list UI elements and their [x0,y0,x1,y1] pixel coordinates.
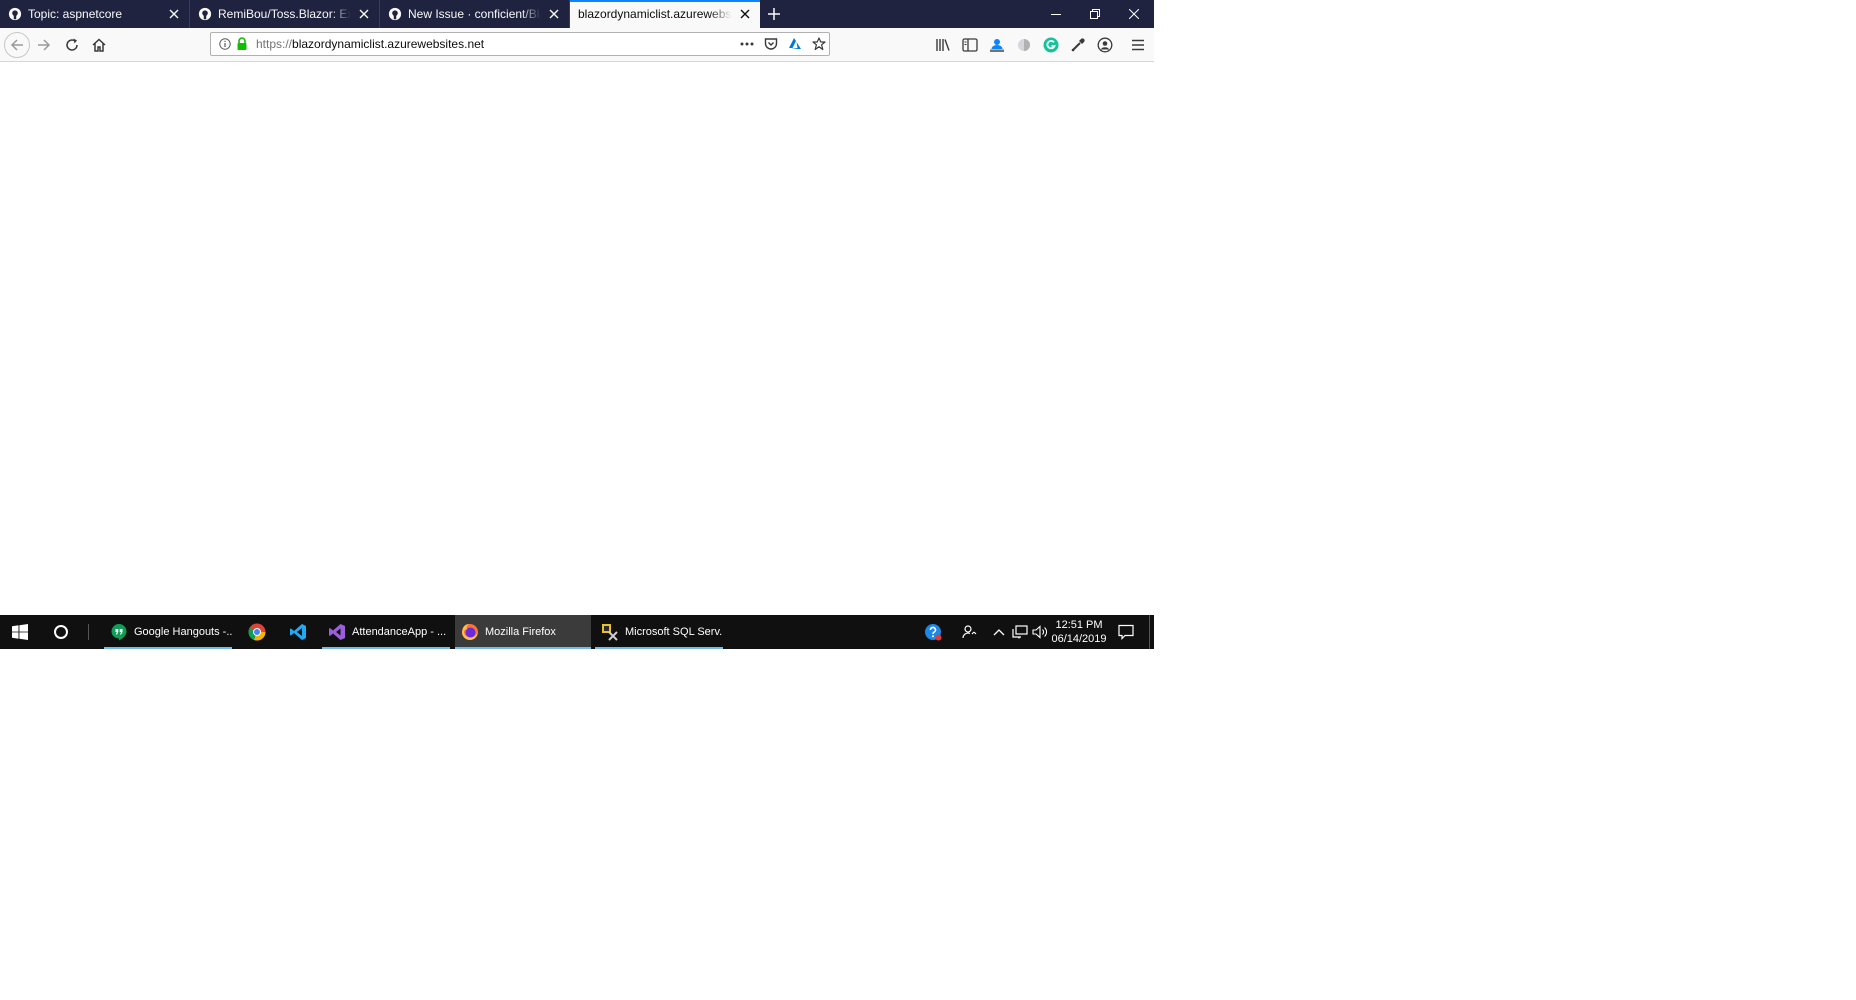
github-icon [8,7,22,21]
firefox-icon [462,624,478,640]
running-indicator [455,647,591,649]
grammarly-icon[interactable] [1042,36,1060,54]
forward-button[interactable] [32,33,56,57]
library-icon[interactable] [934,36,952,54]
sql-server-icon [602,624,618,641]
page-actions-icon[interactable] [739,36,755,52]
reload-button[interactable] [60,33,84,57]
hangouts-icon [111,624,127,641]
sidebar-icon[interactable] [961,36,979,54]
visual-studio-icon [329,624,345,640]
vscode-icon [290,624,306,640]
navigation-toolbar: https://blazordynamiclist.azurewebsites.… [0,28,1154,62]
show-desktop-button[interactable] [1149,615,1154,649]
volume-icon[interactable] [1031,623,1049,641]
close-tab-icon[interactable] [738,7,752,21]
hamburger-menu-icon[interactable] [1129,36,1147,54]
extension-gray-icon[interactable] [1015,36,1033,54]
running-indicator [104,647,232,649]
network-icon[interactable] [1011,623,1029,641]
tab-topic-aspnetcore[interactable]: Topic: aspnetcore [0,0,190,28]
clock-time: 12:51 PM [1055,619,1103,631]
close-window-button[interactable] [1115,0,1153,28]
windows-logo-icon [12,624,28,640]
account-sync-icon[interactable] [988,36,1006,54]
close-tab-icon[interactable] [167,7,181,21]
site-info-icon[interactable] [217,36,233,52]
home-button[interactable] [87,33,111,57]
action-center-icon[interactable] [1117,623,1135,641]
tab-strip: Topic: aspnetcore RemiBou/Toss.Blazor: E… [0,0,1154,28]
cortana-button[interactable] [44,615,78,649]
tab-title: blazordynamiclist.azurewebsites.ne [578,7,732,21]
tab-new-issue[interactable]: New Issue · conficient/BlazorDy [380,0,570,28]
minimize-icon [1051,14,1061,15]
chrome-icon [248,623,266,641]
chevron-up-icon[interactable] [990,623,1008,641]
running-indicator [322,647,450,649]
tab-title: RemiBou/Toss.Blazor: Experime [218,7,351,21]
taskbar-item-label: Mozilla Firefox [485,626,556,638]
taskbar-separator [88,624,89,640]
taskbar-item-label: Google Hangouts -... [134,626,232,638]
help-notification-icon[interactable] [924,623,942,641]
close-icon [1129,9,1139,19]
github-icon [198,7,212,21]
running-indicator [595,647,723,649]
taskbar-item-label: Microsoft SQL Serv... [625,626,723,638]
start-button[interactable] [0,615,40,649]
bookmark-star-icon[interactable] [811,36,827,52]
reload-icon [66,38,78,51]
page-content [0,62,1154,615]
eyedropper-icon[interactable] [1069,36,1087,54]
windows-taskbar: Google Hangouts -... AttendanceApp - ... [0,615,1154,649]
github-icon [388,7,402,21]
tab-toss-blazor[interactable]: RemiBou/Toss.Blazor: Experime [190,0,380,28]
tab-blazordynamiclist[interactable]: blazordynamiclist.azurewebsites.ne [570,0,760,28]
arrow-right-icon [38,39,51,51]
url-scheme: https:// [256,37,293,51]
account-icon[interactable] [1096,36,1114,54]
cortana-circle-icon [54,625,68,639]
taskbar-item-attendanceapp[interactable]: AttendanceApp - ... [322,615,450,649]
home-icon [92,38,106,52]
people-icon[interactable] [960,623,978,641]
taskbar-item-chrome[interactable] [240,615,274,649]
desktop-screen: Topic: aspnetcore RemiBou/Toss.Blazor: E… [0,0,1154,649]
restore-button[interactable] [1076,0,1114,28]
plus-icon [768,8,780,20]
tab-title: Topic: aspnetcore [28,7,123,21]
address-bar[interactable]: https://blazordynamiclist.azurewebsites.… [210,32,830,56]
azure-icon[interactable] [787,36,803,52]
minimize-button[interactable] [1037,0,1075,28]
url-text[interactable]: https://blazordynamiclist.azurewebsites.… [256,33,484,55]
restore-icon [1090,9,1100,19]
url-host: blazordynamiclist.azurewebsites.net [292,37,485,51]
new-tab-button[interactable] [764,4,784,24]
taskbar-item-sql-server[interactable]: Microsoft SQL Serv... [595,615,723,649]
arrow-left-icon [10,39,23,51]
back-button[interactable] [4,32,30,58]
clock-date: 06/14/2019 [1051,633,1107,645]
taskbar-item-google-hangouts[interactable]: Google Hangouts -... [104,615,232,649]
taskbar-item-vscode[interactable] [281,615,315,649]
lock-icon[interactable] [234,36,250,52]
taskbar-item-firefox[interactable]: Mozilla Firefox [455,615,591,649]
taskbar-item-label: AttendanceApp - ... [352,626,447,638]
close-tab-icon[interactable] [547,7,561,21]
system-clock[interactable]: 12:51 PM 06/14/2019 [1050,618,1108,646]
pocket-icon[interactable] [763,36,779,52]
tab-title: New Issue · conficient/BlazorDy [408,7,541,21]
close-tab-icon[interactable] [357,7,371,21]
